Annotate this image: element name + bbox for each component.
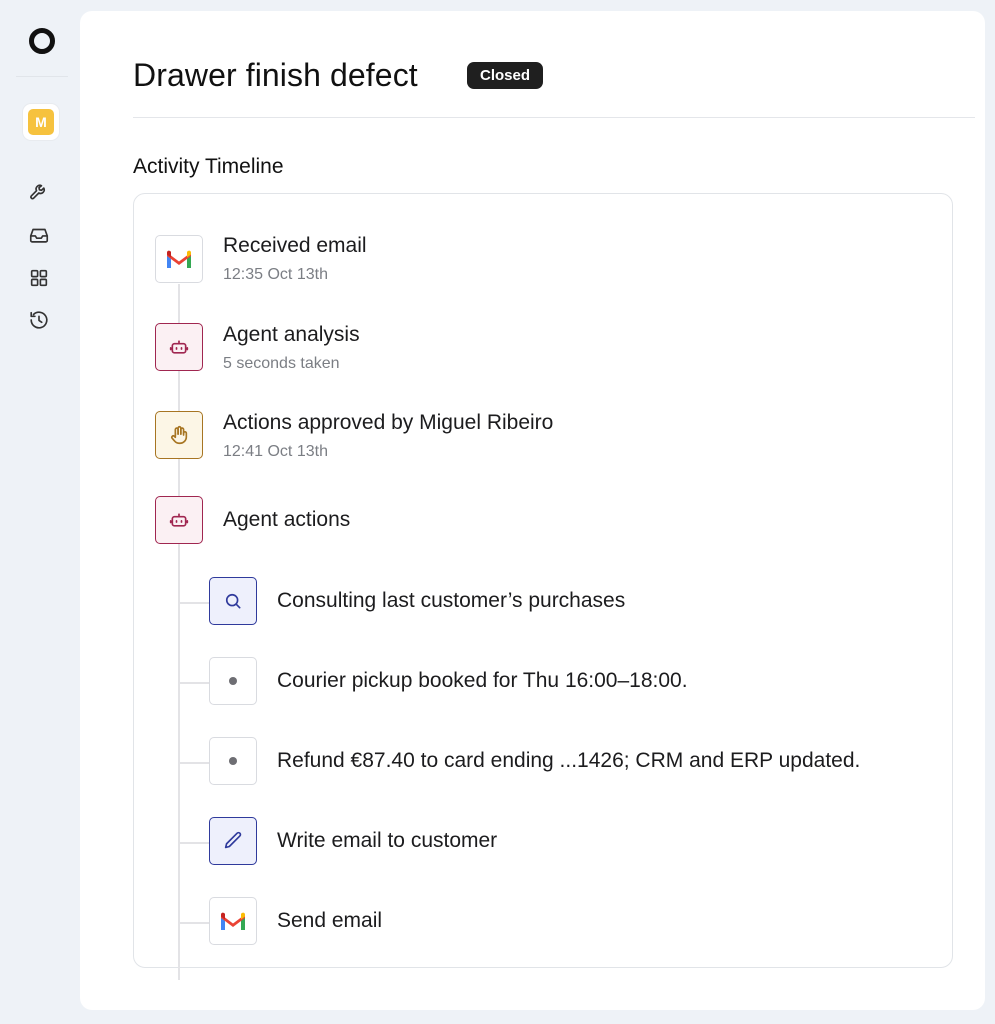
sidebar: M — [0, 0, 80, 1024]
event-title: Received email — [223, 234, 367, 257]
workspace-avatar-button[interactable]: M — [23, 104, 59, 140]
page-title: Drawer finish defect — [133, 57, 418, 93]
event-timestamp: 12:41 Oct 13th — [223, 443, 328, 460]
wrench-icon[interactable] — [28, 180, 50, 202]
action-title: Write email to customer — [277, 829, 498, 852]
robot-icon — [155, 496, 203, 544]
timeline-branch — [178, 842, 209, 844]
robot-icon — [155, 323, 203, 371]
action-title: Send email — [277, 909, 383, 932]
timeline-branch — [178, 682, 209, 684]
action-title: Courier pickup booked for Thu 16:00–18:0… — [277, 669, 688, 692]
gmail-icon — [155, 235, 203, 283]
hand-icon — [155, 411, 203, 459]
action-title: Refund €87.40 to card ending ...1426; CR… — [277, 749, 861, 772]
main-panel: Drawer finish defect Closed Activity Tim… — [80, 11, 985, 1010]
timeline-branch — [178, 922, 209, 924]
gmail-icon — [209, 897, 257, 945]
section-title: Activity Timeline — [133, 155, 284, 178]
status-badge: Closed — [467, 62, 544, 89]
dot-icon — [209, 657, 257, 705]
header-divider — [133, 117, 975, 118]
timeline-branch — [178, 762, 209, 764]
event-timestamp: 12:35 Oct 13th — [223, 266, 328, 283]
avatar: M — [28, 109, 54, 135]
timeline-connector — [178, 284, 180, 980]
dot-icon — [209, 737, 257, 785]
timeline-branch — [178, 602, 209, 604]
event-title: Agent actions — [223, 508, 351, 531]
logo[interactable] — [29, 28, 55, 54]
activity-timeline: Received email 12:35 Oct 13th Agent anal… — [133, 193, 953, 980]
history-icon[interactable] — [28, 309, 50, 331]
search-icon — [209, 577, 257, 625]
event-title: Actions approved by Miguel Ribeiro — [223, 411, 554, 434]
sidebar-divider — [16, 76, 68, 77]
inbox-icon[interactable] — [28, 224, 50, 246]
grid-icon[interactable] — [28, 267, 50, 289]
action-title: Consulting last customer’s purchases — [277, 589, 626, 612]
event-duration: 5 seconds taken — [223, 355, 340, 372]
event-title: Agent analysis — [223, 323, 360, 346]
pencil-icon — [209, 817, 257, 865]
